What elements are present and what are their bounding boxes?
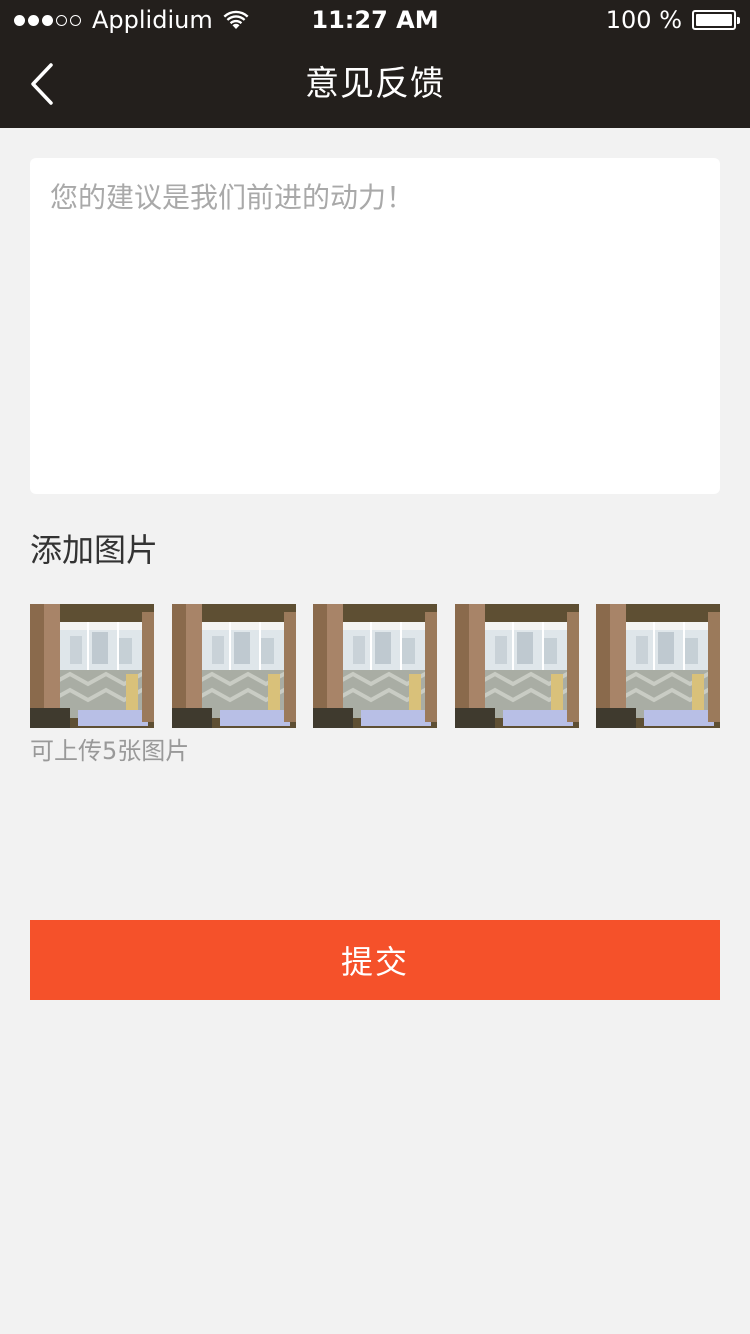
feedback-box	[30, 158, 720, 494]
add-images-title: 添加图片	[30, 531, 159, 569]
image-thumbnail[interactable]	[171, 604, 296, 728]
image-thumbnail[interactable]	[313, 604, 437, 728]
room-photo-image	[454, 604, 579, 728]
image-thumbnail-list	[30, 604, 720, 728]
room-photo-image	[596, 604, 720, 728]
image-thumbnail[interactable]	[30, 604, 154, 728]
submit-button[interactable]: 提交	[30, 920, 720, 1000]
room-photo-image	[30, 604, 154, 728]
image-thumbnail[interactable]	[596, 604, 720, 728]
upload-limit-hint: 可上传5张图片	[30, 737, 190, 765]
back-button[interactable]	[18, 56, 68, 112]
page-title: 意见反馈	[305, 64, 445, 104]
status-right: 100 %	[605, 5, 740, 35]
image-thumbnail[interactable]	[454, 604, 579, 728]
room-photo-image	[313, 604, 437, 728]
room-photo-image	[171, 604, 296, 728]
feedback-input[interactable]	[30, 158, 720, 494]
chevron-left-icon	[31, 63, 53, 105]
battery-percentage: 100 %	[605, 6, 682, 34]
status-bar: Applidium 11:27 AM 100 %	[0, 0, 750, 40]
navigation-bar: 意见反馈	[0, 40, 750, 128]
battery-icon	[692, 10, 740, 30]
